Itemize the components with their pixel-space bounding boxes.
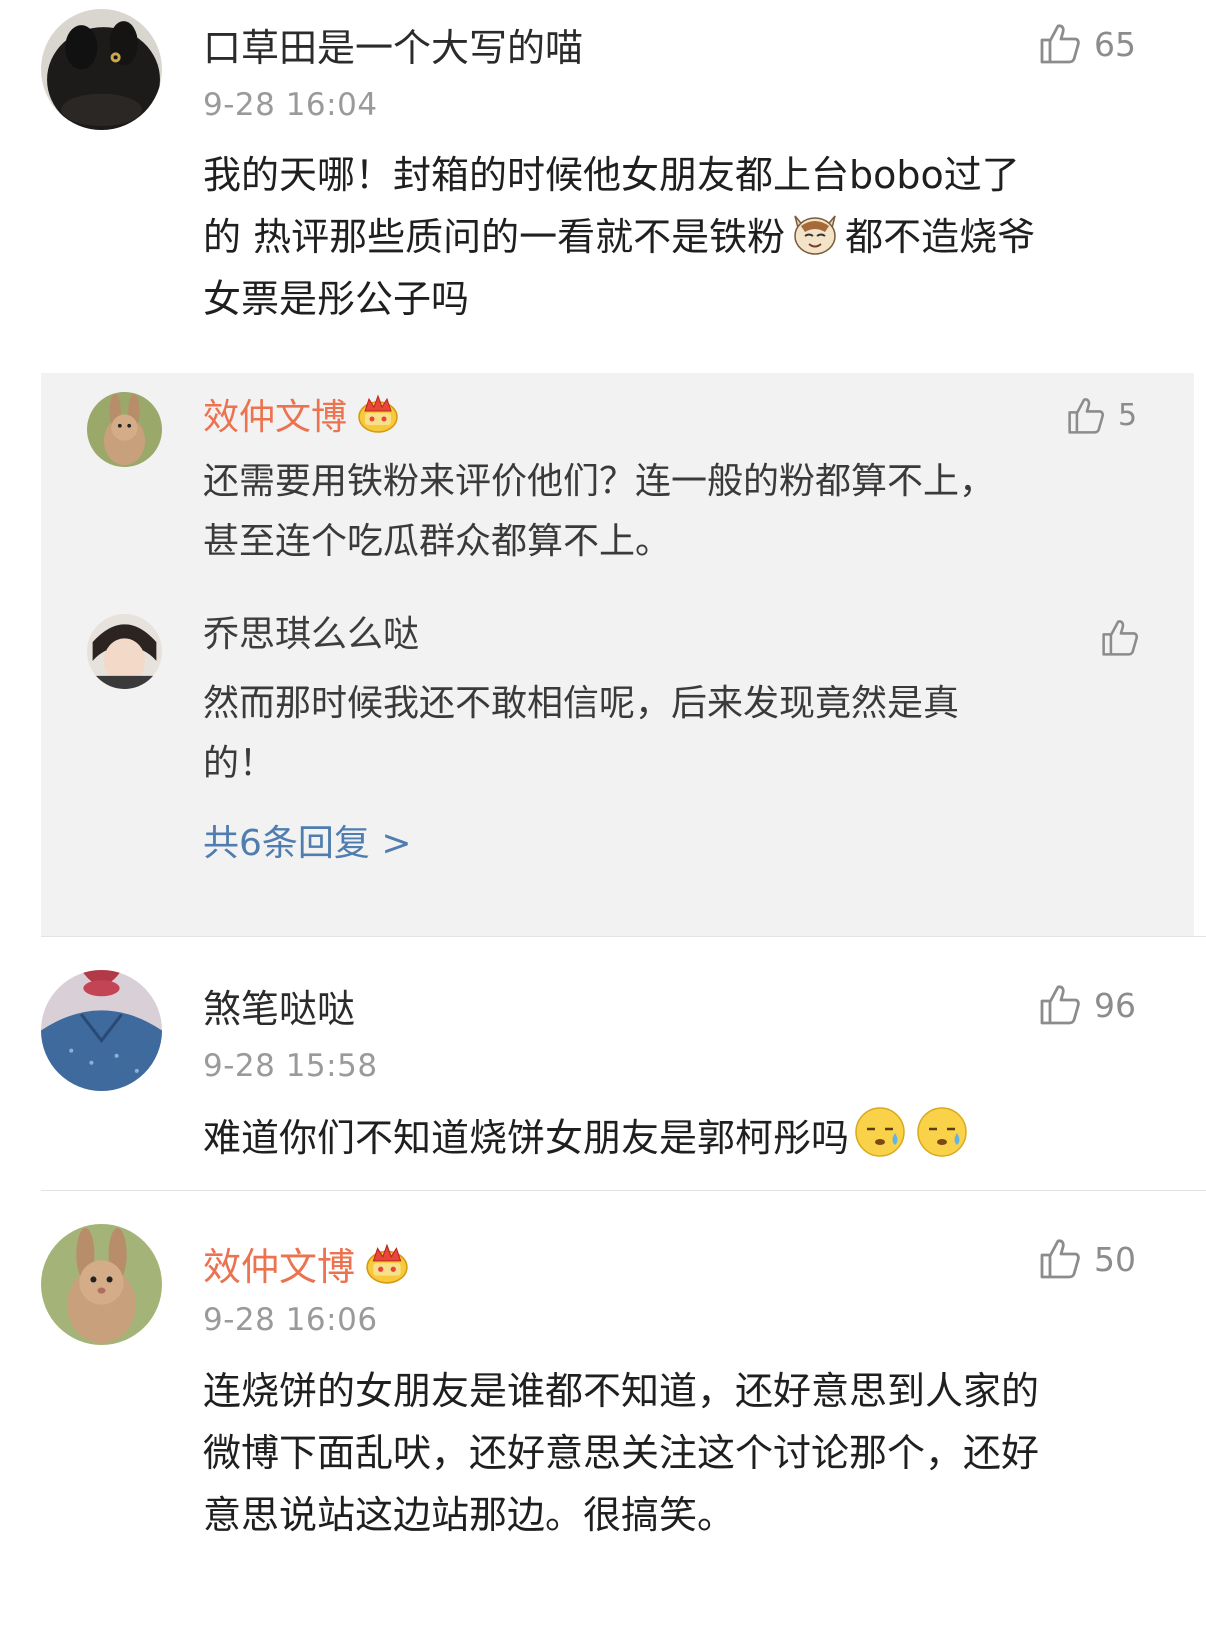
- like-button[interactable]: [1100, 618, 1140, 658]
- avatar[interactable]: [87, 392, 162, 467]
- thumbs-up-icon: [1040, 1239, 1080, 1279]
- like-button[interactable]: 50: [1038, 1237, 1136, 1281]
- comment-timestamp: 9-28 16:06: [203, 1302, 378, 1338]
- reply-text-line: 然而那时候我还不敢相信呢，后来发现竟然是真: [203, 683, 960, 724]
- avatar-image-black-cat: [41, 9, 162, 130]
- divider: [41, 1190, 1206, 1191]
- reply-username-text: 效仲文博: [203, 397, 348, 438]
- reply-text-line: 的！: [203, 743, 276, 784]
- comment-text-line: 我的天哪！封箱的时候他女朋友都上台bobo过了: [203, 153, 1020, 197]
- comment-text-fragment: 难道你们不知道烧饼女朋友是郭柯彤吗: [203, 1116, 850, 1160]
- comment-text-line: 连烧饼的女朋友是谁都不知道，还好意思到人家的: [203, 1369, 1040, 1413]
- avatar[interactable]: [87, 614, 162, 689]
- comment-username[interactable]: 口草田是一个大写的喵: [203, 29, 583, 67]
- crown-icon: [358, 394, 398, 433]
- comment-text: 难道你们不知道烧饼女朋友是郭柯彤吗: [203, 1105, 1193, 1169]
- comment-text: 我的天哪！封箱的时候他女朋友都上台bobo过了 的 热评那些质问的一看就不是铁粉…: [203, 144, 1193, 330]
- like-count: 5: [1118, 398, 1138, 433]
- reply-text: 还需要用铁粉来评价他们？连一般的粉都算不上， 甚至连个吃瓜群众都算不上。: [203, 452, 1163, 572]
- like-count: 96: [1094, 985, 1136, 1025]
- avatar[interactable]: [41, 1224, 162, 1345]
- reply-username[interactable]: 乔思琪么么哒: [203, 617, 419, 653]
- thumbs-up-icon: [1102, 620, 1138, 656]
- like-count: 50: [1094, 1239, 1136, 1279]
- avatar-image-girl: [87, 614, 162, 689]
- avatar-image-denim: [41, 970, 162, 1091]
- more-replies-link[interactable]: 共6条回复 >: [203, 826, 412, 862]
- avatar[interactable]: [41, 970, 162, 1091]
- comment-text-fragment: 的 热评那些质问的一看就不是铁粉: [203, 215, 786, 259]
- sweat-face-emoji-icon: [855, 1107, 905, 1157]
- reply-text-line: 甚至连个吃瓜群众都算不上。: [203, 521, 672, 562]
- avatar-image-rabbit: [41, 1224, 162, 1345]
- like-button[interactable]: 96: [1038, 983, 1136, 1027]
- avatar-image-rabbit: [87, 392, 162, 467]
- comment-text-line: 意思说站这边站那边。很搞笑。: [203, 1493, 736, 1537]
- like-button[interactable]: 65: [1038, 22, 1136, 66]
- reply-username[interactable]: 效仲文博: [203, 393, 399, 436]
- comment-text-line: 的 热评那些质问的一看就不是铁粉 都不造烧爷: [203, 206, 1193, 268]
- comment-username-text: 效仲文博: [203, 1245, 356, 1289]
- divider: [41, 936, 1206, 937]
- avatar[interactable]: [41, 9, 162, 130]
- reply-text: 然而那时候我还不敢相信呢，后来发现竟然是真 的！: [203, 674, 1163, 794]
- like-count: 65: [1094, 24, 1136, 64]
- comment-text-fragment: 都不造烧爷: [845, 215, 1036, 259]
- reply-text-line: 还需要用铁粉来评价他们？连一般的粉都算不上，: [203, 461, 996, 502]
- thumbs-up-icon: [1068, 398, 1104, 434]
- comment-text-line: 微博下面乱吠，还好意思关注这个讨论那个，还好: [203, 1431, 1040, 1475]
- like-button[interactable]: 5: [1066, 396, 1137, 436]
- comment-text-line: 女票是彤公子吗: [203, 277, 470, 321]
- crown-icon: [366, 1243, 408, 1284]
- comment-timestamp: 9-28 15:58: [203, 1048, 378, 1084]
- cat-face-emoji-icon: [794, 215, 836, 255]
- thumbs-up-icon: [1040, 24, 1080, 64]
- comment-username[interactable]: 煞笔哒哒: [203, 990, 355, 1028]
- comment-username[interactable]: 效仲文博: [203, 1242, 409, 1286]
- thumbs-up-icon: [1040, 985, 1080, 1025]
- comment-text: 连烧饼的女朋友是谁都不知道，还好意思到人家的 微博下面乱吠，还好意思关注这个讨论…: [203, 1360, 1193, 1546]
- sweat-face-emoji-icon: [917, 1107, 967, 1157]
- comment-timestamp: 9-28 16:04: [203, 87, 378, 123]
